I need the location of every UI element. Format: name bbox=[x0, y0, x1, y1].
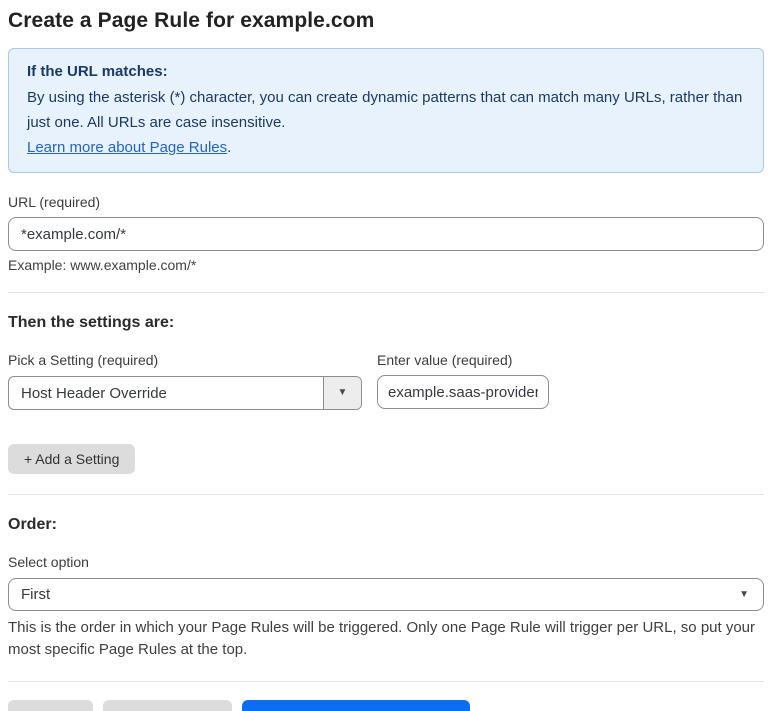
info-box-heading: If the URL matches: bbox=[27, 63, 168, 80]
divider bbox=[8, 494, 764, 495]
setting-select-column: Pick a Setting (required) Host Header Ov… bbox=[8, 331, 362, 410]
settings-row: Pick a Setting (required) Host Header Ov… bbox=[8, 331, 764, 410]
order-select[interactable]: First ▼ bbox=[8, 578, 764, 611]
setting-value-input[interactable] bbox=[377, 375, 549, 409]
link-suffix: . bbox=[227, 139, 232, 156]
order-hint: This is the order in which your Page Rul… bbox=[8, 619, 756, 658]
cancel-button[interactable]: Cancel bbox=[8, 700, 93, 711]
url-field-hint: Example: www.example.com/* bbox=[8, 257, 197, 273]
divider bbox=[8, 681, 764, 682]
setting-select-value: Host Header Override bbox=[21, 384, 167, 402]
setting-select-dropdown-button[interactable]: ▼ bbox=[323, 377, 361, 409]
settings-section-heading: Then the settings are: bbox=[8, 314, 175, 331]
setting-select[interactable]: Host Header Override ▼ bbox=[8, 376, 362, 410]
chevron-down-icon: ▼ bbox=[739, 588, 749, 600]
info-box-link-line: Learn more about Page Rules. bbox=[27, 135, 745, 160]
save-as-draft-button[interactable]: Save as Draft bbox=[102, 700, 232, 711]
divider bbox=[8, 292, 764, 293]
url-match-info-box: If the URL matches: By using the asteris… bbox=[8, 48, 764, 173]
create-page-rule-form: Create a Page Rule for example.com If th… bbox=[0, 0, 772, 711]
form-actions: Cancel Save as Draft Save and Deploy Pag… bbox=[8, 700, 764, 711]
page-title: Create a Page Rule for example.com bbox=[8, 9, 375, 32]
info-box-body: By using the asterisk (*) character, you… bbox=[27, 89, 743, 131]
add-setting-button[interactable]: + Add a Setting bbox=[8, 444, 136, 474]
order-section-heading: Order: bbox=[8, 516, 57, 533]
url-input[interactable] bbox=[8, 217, 764, 251]
url-field-label: URL (required) bbox=[8, 194, 101, 210]
learn-more-link[interactable]: Learn more about Page Rules bbox=[27, 139, 227, 156]
setting-select-label: Pick a Setting (required) bbox=[8, 352, 159, 368]
order-select-value: First bbox=[21, 586, 51, 603]
save-and-deploy-button[interactable]: Save and Deploy Page Rule bbox=[241, 700, 471, 711]
setting-value-column: Enter value (required) bbox=[377, 341, 549, 409]
order-select-label: Select option bbox=[8, 554, 89, 570]
setting-value-label: Enter value (required) bbox=[377, 352, 513, 368]
chevron-down-icon: ▼ bbox=[337, 387, 348, 398]
